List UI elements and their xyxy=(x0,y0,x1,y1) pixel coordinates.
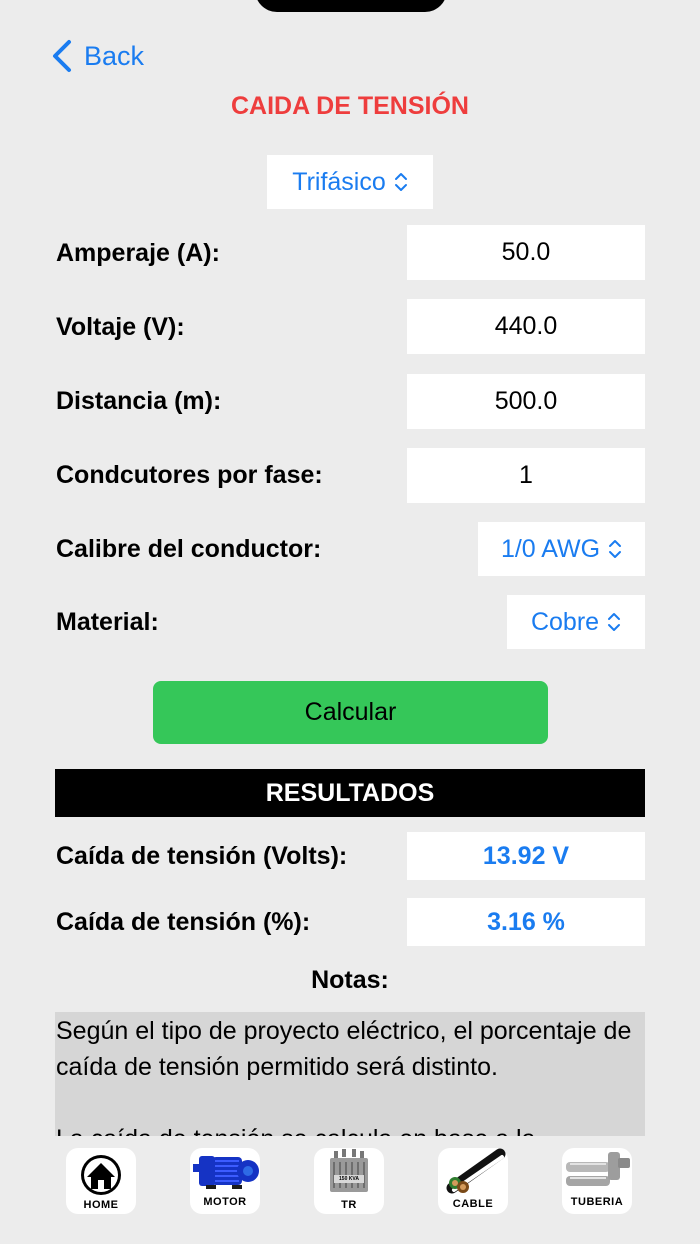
tab-transformer-label: TR xyxy=(341,1199,357,1211)
tab-motor-label: MOTOR xyxy=(203,1196,247,1208)
back-label: Back xyxy=(84,40,145,71)
material-label: Material: xyxy=(56,607,159,636)
material-picker[interactable]: Cobre xyxy=(507,595,645,649)
material-picker-value: Cobre xyxy=(530,607,600,636)
amperage-input[interactable]: 50.0 xyxy=(407,225,645,280)
phase-picker-value: Trifásico xyxy=(292,167,386,196)
conductors-label: Condcutores por fase: xyxy=(56,460,323,489)
tab-pipe-label: TUBERIA xyxy=(570,1196,624,1208)
tab-cable-label: CABLE xyxy=(452,1198,494,1210)
chevron-left-icon xyxy=(53,40,71,72)
voltage-drop-volts-value: 13.92 V xyxy=(407,832,645,880)
voltage-input[interactable]: 440.0 xyxy=(407,299,645,354)
gauge-label: Calibre del conductor: xyxy=(56,534,322,563)
voltage-label: Voltaje (V): xyxy=(56,312,185,341)
voltage-drop-volts-label: Caída de tensión (Volts): xyxy=(56,841,348,870)
tab-home[interactable]: HOME xyxy=(66,1148,136,1214)
distance-input[interactable]: 500.0 xyxy=(407,374,645,429)
results-header: RESULTADOS xyxy=(55,769,645,817)
tab-transformer[interactable]: 150 KVA TR xyxy=(314,1148,384,1214)
amperage-label: Amperaje (A): xyxy=(56,238,220,267)
voltage-drop-percent-value: 3.16 % xyxy=(407,898,645,946)
voltage-drop-percent-label: Caída de tensión (%): xyxy=(56,907,311,936)
tab-motor[interactable]: MOTOR xyxy=(190,1148,260,1214)
transformer-badge: 150 KVA xyxy=(339,1176,359,1182)
conductors-input[interactable]: 1 xyxy=(407,448,645,503)
tab-cable[interactable]: CABLE xyxy=(438,1148,508,1214)
chevron-up-down-icon xyxy=(609,540,622,558)
page-title: CAIDA DE TENSIÓN xyxy=(231,92,469,120)
distance-label: Distancia (m): xyxy=(56,386,222,415)
device-notch xyxy=(255,0,447,12)
gauge-picker[interactable]: 1/0 AWG xyxy=(478,522,645,576)
tab-home-label: HOME xyxy=(83,1199,119,1211)
chevron-up-down-icon xyxy=(608,613,621,631)
notes-title: Notas: xyxy=(311,966,389,994)
gauge-picker-value: 1/0 AWG xyxy=(500,534,601,563)
phase-picker[interactable]: Trifásico xyxy=(267,155,433,209)
calculate-button[interactable]: Calcular xyxy=(153,681,548,744)
tab-pipe[interactable]: TUBERIA xyxy=(562,1148,632,1214)
notes-text[interactable]: Según el tipo de proyecto eléctrico, el … xyxy=(55,1012,645,1136)
back-button[interactable]: Back xyxy=(50,38,144,74)
chevron-up-down-icon xyxy=(394,173,407,191)
